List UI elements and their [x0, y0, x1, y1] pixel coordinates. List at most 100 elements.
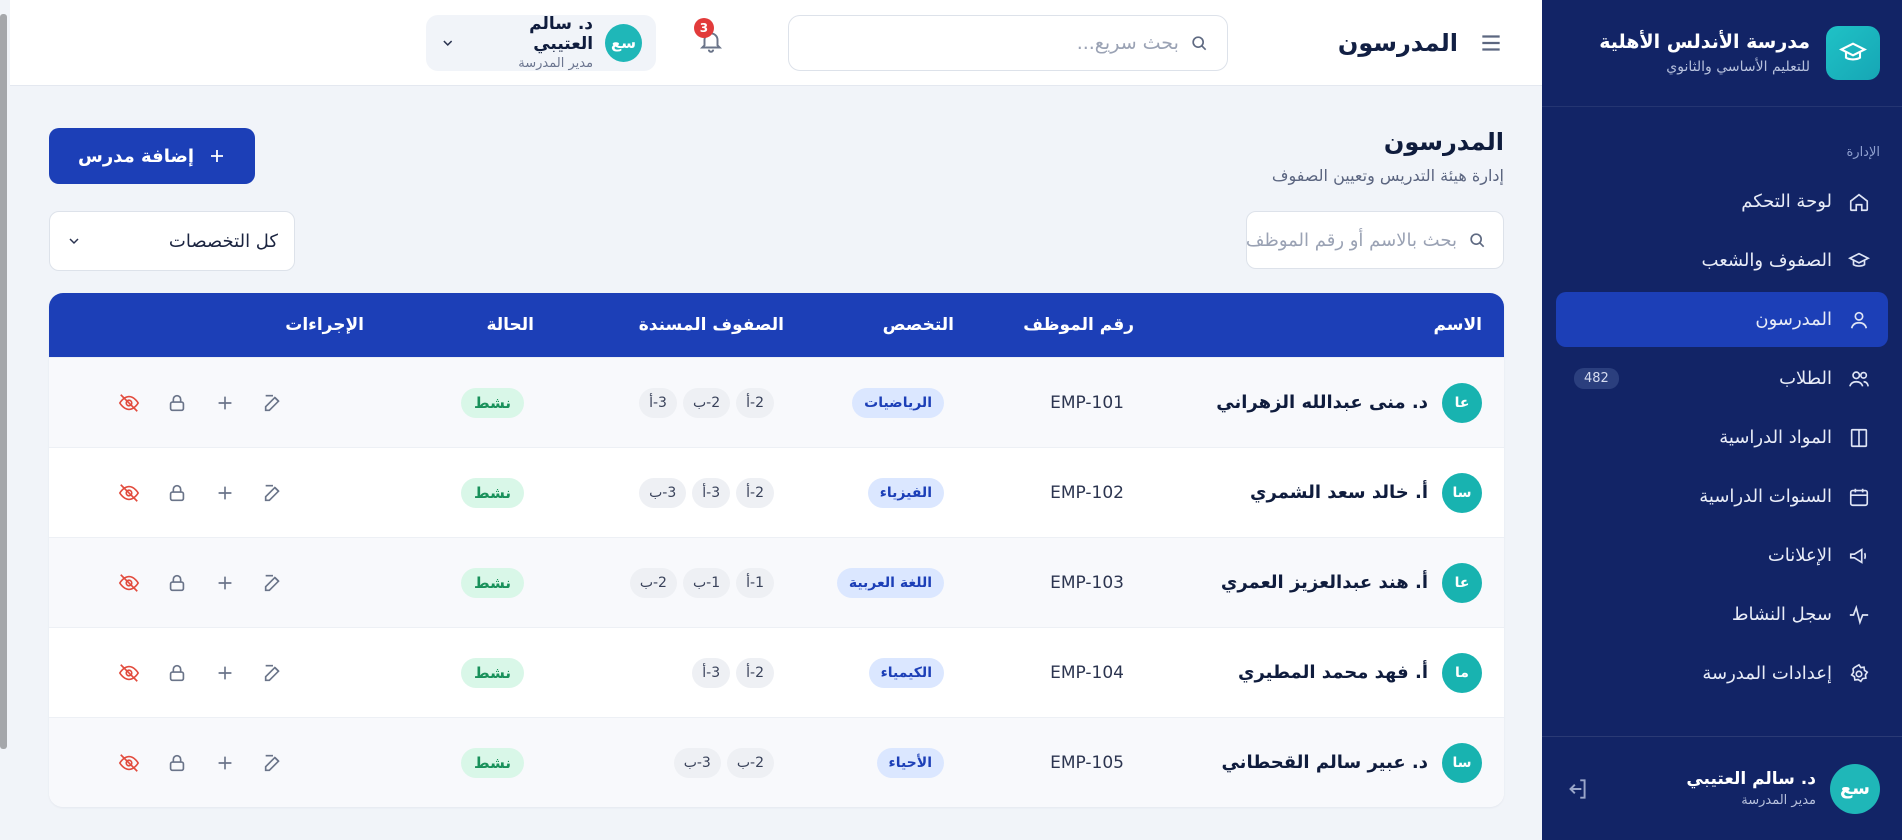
sidebar-item-announcements[interactable]: الإعلانات: [1556, 528, 1888, 583]
table-row[interactable]: عا أ. هند عبدالعزيز العمري EMP-103 اللغة…: [49, 537, 1504, 627]
lock-icon[interactable]: [166, 482, 188, 504]
edit-icon[interactable]: [262, 392, 284, 414]
activity-icon: [1849, 604, 1869, 625]
status-badge: نشط: [461, 567, 524, 598]
lock-icon[interactable]: [166, 572, 188, 594]
teacher-search-input[interactable]: بحث بالاسم أو رقم الموظف: [1246, 211, 1504, 269]
column-header-actions: الإجراءات: [285, 315, 364, 335]
avatar: سع: [1830, 763, 1880, 814]
graduation-cap-icon: [1826, 26, 1880, 80]
logout-icon[interactable]: [1564, 776, 1590, 802]
scrollbar[interactable]: [0, 14, 7, 749]
edit-icon[interactable]: [262, 572, 284, 594]
row-actions: [49, 752, 354, 774]
edit-icon[interactable]: [262, 482, 284, 504]
status-badge: نشط: [461, 477, 524, 508]
avatar: عا: [1442, 562, 1482, 603]
sidebar-item-settings[interactable]: إعدادات المدرسة: [1556, 646, 1888, 701]
class-chip: 2-أ: [736, 477, 774, 508]
add-teacher-button[interactable]: إضافة مدرس: [49, 128, 255, 184]
sidebar-item-label: سجل النشاط: [1731, 604, 1832, 625]
assigned-classes: 2-أ 3-أ 3-ب: [534, 477, 774, 508]
footer-user-role: مدير المدرسة: [1741, 793, 1816, 808]
eye-off-icon[interactable]: [118, 752, 140, 774]
employee-id: EMP-102: [1050, 482, 1124, 503]
eye-off-icon[interactable]: [118, 572, 140, 594]
search-icon: [1192, 35, 1207, 50]
table-header: الاسم رقم الموظف التخصص الصفوف المسندة ا…: [49, 293, 1504, 357]
nav-section-label: الإدارة: [1846, 145, 1880, 160]
sidebar-item-classes[interactable]: الصفوف والشعب: [1556, 233, 1888, 288]
lock-icon[interactable]: [166, 662, 188, 684]
sidebar-item-activity-log[interactable]: سجل النشاط: [1556, 587, 1888, 642]
class-chip: 1-ب: [682, 567, 731, 598]
column-header-employee-id[interactable]: رقم الموظف: [954, 315, 1134, 335]
eye-off-icon[interactable]: [118, 392, 140, 414]
sidebar-item-academic-years[interactable]: السنوات الدراسية: [1556, 469, 1888, 524]
user-menu[interactable]: سع د. سالم العتيبي مدير المدرسة: [425, 14, 656, 71]
sidebar: مدرسة الأندلس الأهلية للتعليم الأساسي وا…: [1542, 0, 1902, 840]
lock-icon[interactable]: [166, 752, 188, 774]
sidebar-item-label: إعدادات المدرسة: [1702, 663, 1832, 684]
row-actions: [49, 662, 354, 684]
sidebar-item-label: لوحة التحكم: [1741, 191, 1832, 212]
edit-icon[interactable]: [262, 662, 284, 684]
sidebar-item-subjects[interactable]: المواد الدراسية: [1556, 410, 1888, 465]
calendar-icon: [1849, 488, 1869, 506]
teacher-name[interactable]: أ. فهد محمد المطيري: [1238, 662, 1428, 683]
content: المدرسون إدارة هيئة التدريس وتعيين الصفو…: [10, 86, 1542, 807]
table-row[interactable]: سا د. عبير سالم القحطاني EMP-105 الأحياء…: [49, 717, 1504, 807]
class-chip: 2-ب: [726, 747, 774, 778]
sidebar-item-teachers[interactable]: المدرسون: [1556, 292, 1888, 347]
specialty-tag: الكيمياء: [868, 657, 944, 688]
column-header-specialty[interactable]: التخصص: [784, 315, 954, 335]
avatar: سع: [605, 23, 642, 62]
specialty-tag: الأحياء: [876, 747, 944, 778]
sidebar-footer: سع د. سالم العتيبي مدير المدرسة: [1542, 736, 1902, 840]
specialty-filter-select[interactable]: كل التخصصات: [49, 211, 295, 271]
plus-icon[interactable]: [214, 482, 236, 504]
edit-icon[interactable]: [262, 752, 284, 774]
chevron-down-icon: [443, 40, 452, 46]
avatar: عا: [1442, 382, 1482, 423]
specialty-tag: الفيزياء: [867, 477, 944, 508]
plus-icon[interactable]: [214, 662, 236, 684]
graduation-cap-icon: [1848, 252, 1870, 267]
column-header-status[interactable]: الحالة: [364, 315, 534, 335]
plus-icon[interactable]: [214, 392, 236, 414]
plus-icon[interactable]: [214, 752, 236, 774]
avatar: ما: [1442, 652, 1482, 693]
brand-title: مدرسة الأندلس الأهلية: [1599, 31, 1810, 53]
quick-search-placeholder: بحث سريع...: [1076, 31, 1179, 54]
sidebar-item-students[interactable]: الطلاب 482: [1556, 351, 1888, 406]
column-header-name[interactable]: الاسم: [1134, 315, 1504, 335]
footer-user-name: د. سالم العتيبي: [1686, 769, 1816, 789]
sidebar-item-label: الإعلانات: [1767, 545, 1832, 566]
megaphone-icon: [1849, 547, 1867, 564]
lock-icon[interactable]: [166, 392, 188, 414]
quick-search-input[interactable]: بحث سريع...: [787, 14, 1228, 71]
teacher-name[interactable]: د. عبير سالم القحطاني: [1221, 752, 1428, 773]
chevron-down-icon: [69, 238, 79, 245]
eye-off-icon[interactable]: [118, 662, 140, 684]
plus-icon[interactable]: [214, 572, 236, 594]
avatar: سا: [1442, 742, 1482, 783]
menu-icon[interactable]: [1478, 30, 1504, 56]
teachers-table: الاسم رقم الموظف التخصص الصفوف المسندة ا…: [49, 293, 1504, 807]
employee-id: EMP-104: [1050, 662, 1124, 683]
sidebar-item-dashboard[interactable]: لوحة التحكم: [1556, 174, 1888, 229]
status-badge: نشط: [461, 387, 524, 418]
eye-off-icon[interactable]: [118, 482, 140, 504]
teacher-name[interactable]: د. منى عبدالله الزهراني: [1216, 392, 1428, 413]
notifications-button[interactable]: 3: [693, 17, 724, 58]
specialty-filter-value: كل التخصصات: [168, 230, 278, 252]
teacher-name[interactable]: أ. هند عبدالعزيز العمري: [1221, 572, 1428, 593]
specialty-tag: اللغة العربية: [836, 567, 944, 598]
teacher-name[interactable]: أ. خالد سعد الشمري: [1250, 482, 1428, 503]
table-row[interactable]: سا أ. خالد سعد الشمري EMP-102 الفيزياء 2…: [49, 447, 1504, 537]
table-row[interactable]: ما أ. فهد محمد المطيري EMP-104 الكيمياء …: [49, 627, 1504, 717]
sidebar-item-label: السنوات الدراسية: [1699, 486, 1832, 507]
table-row[interactable]: عا د. منى عبدالله الزهراني EMP-101 الريا…: [49, 357, 1504, 447]
page-title: المدرسون: [1337, 28, 1458, 57]
column-header-classes[interactable]: الصفوف المسندة: [534, 315, 784, 335]
